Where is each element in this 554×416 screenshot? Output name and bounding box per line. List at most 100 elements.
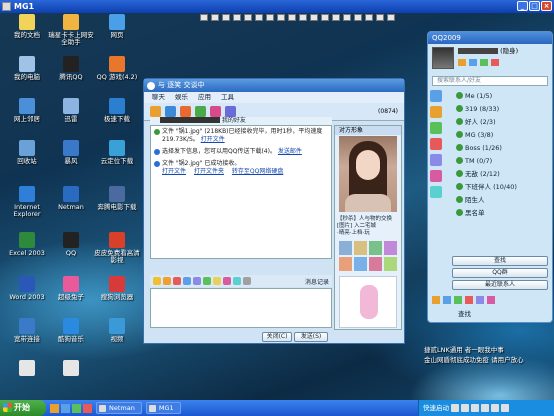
settings-icon[interactable] xyxy=(443,296,451,304)
ad-block[interactable]: 【秒杀】人与物的交换 [图片] 入二宅城 ·晴亮·上档·玩 xyxy=(337,216,399,237)
minimize-button[interactable]: _ xyxy=(517,1,528,11)
desktop-icon[interactable]: 宽带连接 xyxy=(2,318,52,343)
toolbar-icon[interactable] xyxy=(244,14,252,21)
desktop-icon[interactable]: 搜狗浏览器 xyxy=(92,276,142,301)
desktop-icon[interactable] xyxy=(46,360,96,378)
send-button[interactable]: 发送(S) xyxy=(294,332,328,342)
pet-icon[interactable] xyxy=(480,59,488,66)
tray-icon[interactable] xyxy=(501,404,509,412)
toolbar-icon[interactable] xyxy=(376,14,384,21)
toolbar-icon[interactable] xyxy=(266,14,274,21)
avatar[interactable] xyxy=(432,47,454,69)
file-icon[interactable] xyxy=(180,106,191,117)
desktop-icon[interactable]: 迅雷 xyxy=(46,98,96,123)
desktop-icon[interactable] xyxy=(2,360,52,378)
desktop-icon[interactable]: 视频 xyxy=(92,318,142,343)
desktop-icon[interactable]: 瑞星卡卡上网安全助手 xyxy=(46,14,96,46)
message-input[interactable] xyxy=(150,288,332,328)
music-tab-icon[interactable] xyxy=(430,154,442,166)
toolbar-icon[interactable] xyxy=(365,14,373,21)
chat-titlebar[interactable]: 与 逐笑 交谈中 xyxy=(144,79,404,92)
desktop-icon[interactable]: Netman xyxy=(46,186,96,211)
tray-icon[interactable] xyxy=(451,404,459,412)
desktop-icon[interactable]: 暴风 xyxy=(46,140,96,165)
search-input[interactable]: 搜索联系人/好友 xyxy=(432,76,548,86)
thumbnail[interactable] xyxy=(354,241,367,255)
qq-group-button[interactable]: QQ群 xyxy=(452,268,548,278)
close-chat-button[interactable]: 关闭(C) xyxy=(262,332,292,342)
thumbnail[interactable] xyxy=(384,257,397,271)
quicklaunch-icon[interactable] xyxy=(83,403,92,413)
toolbar-icon[interactable] xyxy=(211,14,219,21)
desktop-icon[interactable]: 极速下载 xyxy=(92,98,142,123)
message-manager-icon[interactable] xyxy=(454,296,462,304)
outer-window-titlebar[interactable]: MG1 _ □ × xyxy=(0,0,554,13)
toolbar-icon[interactable] xyxy=(299,14,307,21)
desktop-icon[interactable]: Excel 2003 xyxy=(2,232,52,257)
toolbar-icon[interactable] xyxy=(321,14,329,21)
qq-titlebar[interactable]: QQ2009 xyxy=(428,32,552,44)
thumbnail[interactable] xyxy=(369,257,382,271)
desktop-icon[interactable]: 我的电脑 xyxy=(2,56,52,81)
image-icon[interactable] xyxy=(183,277,191,285)
contact-group[interactable]: TM (0/7) xyxy=(456,157,546,166)
thumbnail[interactable] xyxy=(339,241,352,255)
ad-title[interactable]: 【秒杀】人与物的交换 xyxy=(337,216,399,223)
games-tab-icon[interactable] xyxy=(430,170,442,182)
contact-group[interactable]: MG (3/8) xyxy=(456,131,546,140)
screenshot-icon[interactable] xyxy=(203,277,211,285)
desktop-icon[interactable]: 回收站 xyxy=(2,140,52,165)
toolbar-icon[interactable] xyxy=(354,14,362,21)
pet-icon[interactable] xyxy=(487,296,495,304)
thumbnail[interactable] xyxy=(384,241,397,255)
recent-contacts-button[interactable]: 最近联系人 xyxy=(452,280,548,290)
find-label[interactable]: 查找 xyxy=(458,310,471,319)
toolbar-icon[interactable] xyxy=(233,14,241,21)
desktop-icon[interactable]: 腾讯QQ xyxy=(46,56,96,81)
magic-icon[interactable] xyxy=(223,277,231,285)
remote-icon[interactable] xyxy=(195,106,206,117)
menu-item-chat[interactable]: 聊天 xyxy=(152,92,165,103)
taskbar-item-mg1[interactable]: MG1 xyxy=(145,402,181,414)
emoji-icon[interactable] xyxy=(163,277,171,285)
desktop-icon[interactable]: 酷狗音乐 xyxy=(46,318,96,343)
open-file-link[interactable]: 打开文件 xyxy=(162,168,186,175)
toolbar-icon[interactable] xyxy=(310,14,318,21)
user-status[interactable]: (隐身) xyxy=(500,47,518,55)
zone-icon[interactable] xyxy=(469,59,477,66)
menu-item-entertainment[interactable]: 娱乐 xyxy=(175,92,188,103)
toolbar-icon[interactable] xyxy=(332,14,340,21)
thumbnail[interactable] xyxy=(339,257,352,271)
desktop-icon[interactable]: Word 2003 xyxy=(2,276,52,301)
contacts-tab-icon[interactable] xyxy=(430,90,442,102)
contact-group[interactable]: 319 (8/33) xyxy=(456,105,546,114)
game-icon[interactable] xyxy=(476,296,484,304)
close-button[interactable]: × xyxy=(541,1,552,11)
tray-icon[interactable] xyxy=(461,404,469,412)
toolbar-icon[interactable] xyxy=(255,14,263,21)
contact-group[interactable]: 无敌 (2/12) xyxy=(456,170,546,179)
desktop-icon[interactable]: 我的文档 xyxy=(2,14,52,39)
app-icon[interactable] xyxy=(210,106,221,117)
find-button[interactable]: 查找 xyxy=(452,256,548,266)
font-icon[interactable] xyxy=(153,277,161,285)
desktop-icon[interactable]: 网上邻居 xyxy=(2,98,52,123)
quicklaunch-icon[interactable] xyxy=(50,403,59,413)
gift-icon[interactable] xyxy=(213,277,221,285)
open-file-link[interactable]: 打开文件 xyxy=(201,136,225,143)
taskbar-item-netman[interactable]: Netman xyxy=(96,402,142,414)
toolbar-icon[interactable] xyxy=(222,14,230,21)
tray-icon[interactable] xyxy=(481,404,489,412)
menu-item-apps[interactable]: 应用 xyxy=(198,92,211,103)
desktop-icon[interactable]: QQ 游戏(4.2) xyxy=(92,56,142,81)
shake-icon[interactable] xyxy=(173,277,181,285)
contact-group[interactable]: 陌生人 xyxy=(456,196,546,205)
desktop-icon[interactable]: 云定位下载 xyxy=(92,140,142,165)
desktop-icon[interactable]: Internet Explorer xyxy=(2,186,52,218)
mail-icon[interactable] xyxy=(458,59,466,66)
more-icon[interactable] xyxy=(225,106,236,117)
mall-icon[interactable] xyxy=(491,59,499,66)
groups-tab-icon[interactable] xyxy=(430,106,442,118)
toolbar-icon[interactable] xyxy=(200,14,208,21)
video-icon[interactable] xyxy=(150,106,161,117)
